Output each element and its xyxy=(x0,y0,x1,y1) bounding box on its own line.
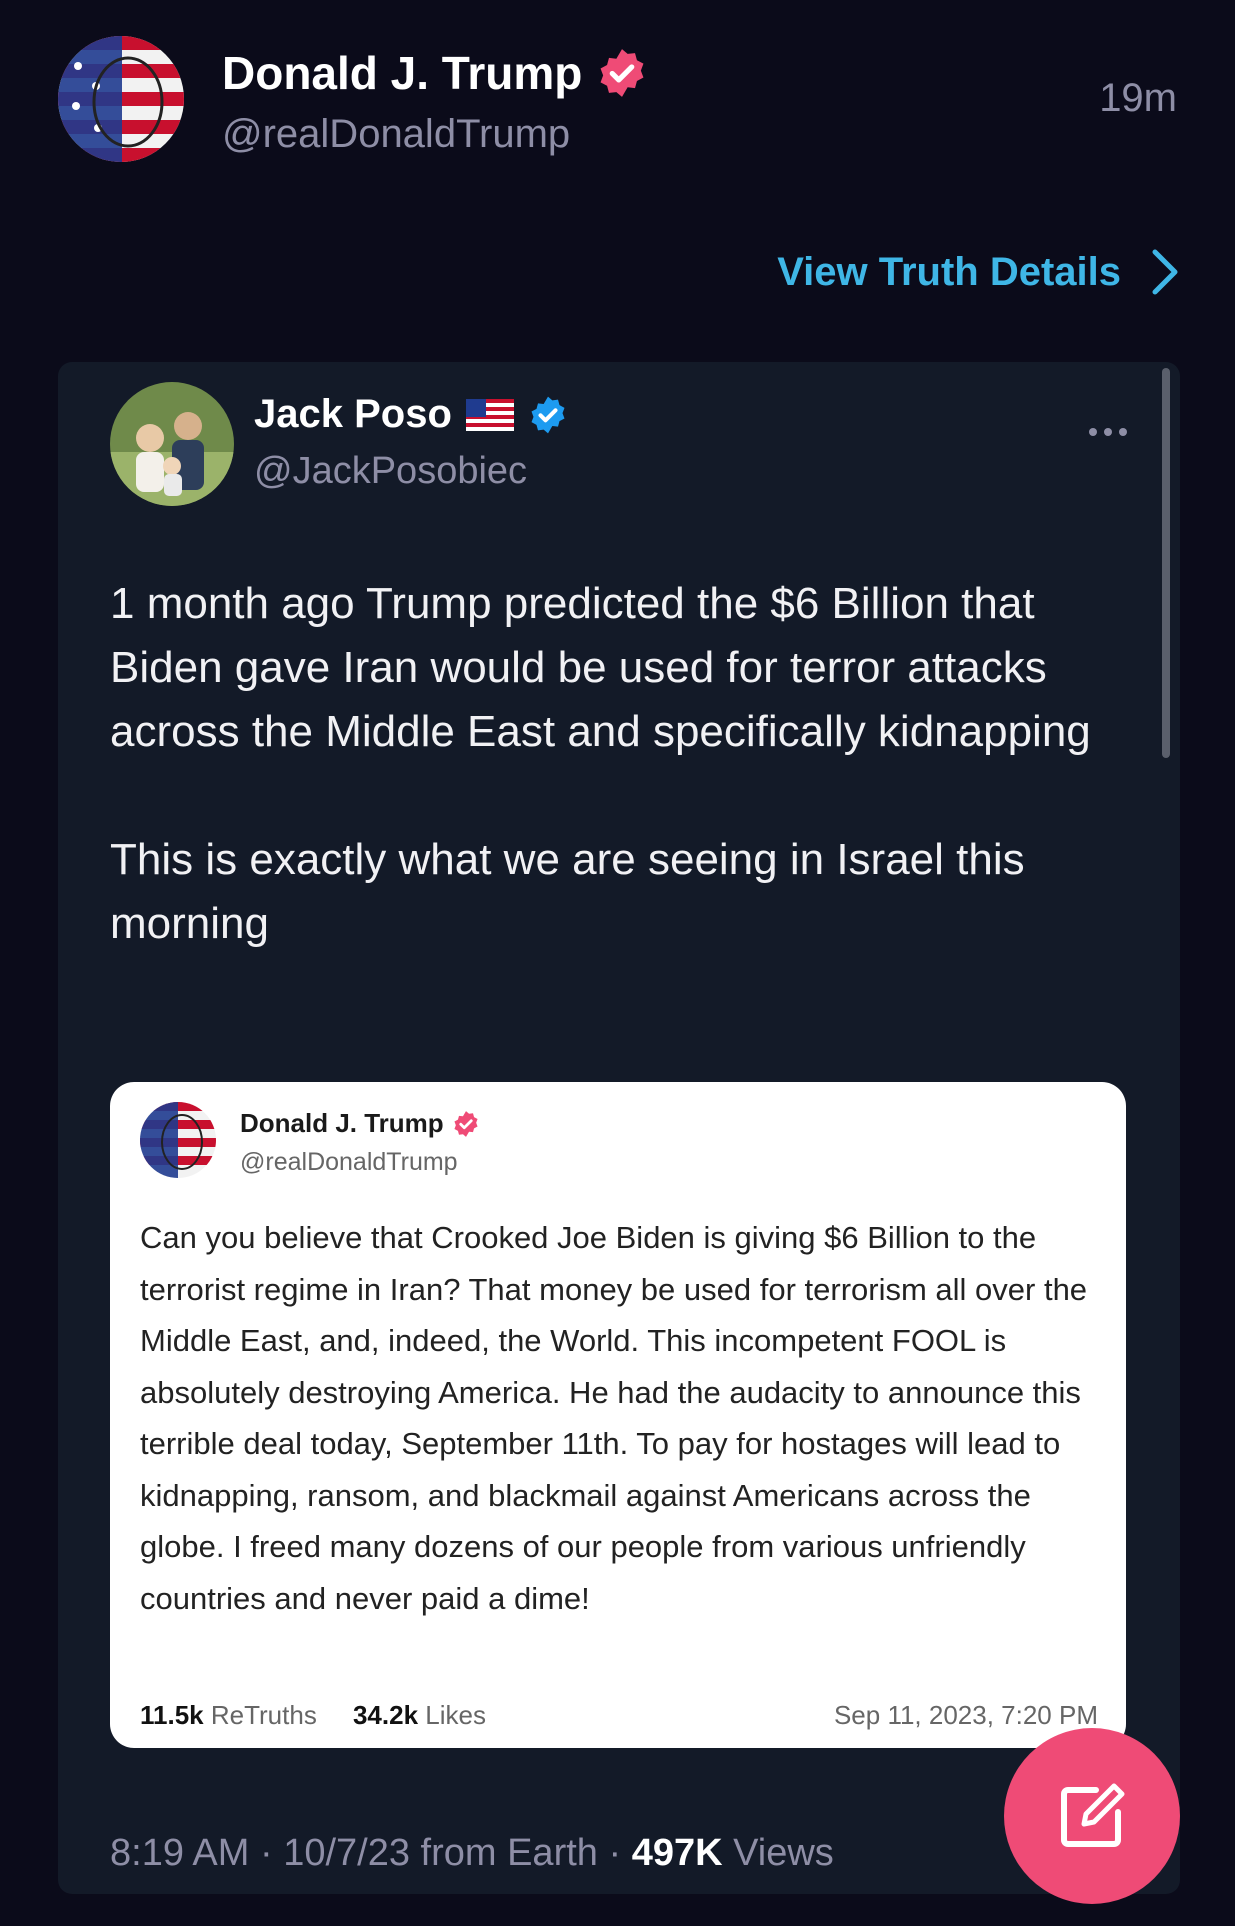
post-timestamp: 8:19 AM · 10/7/23 from Earth · xyxy=(110,1832,632,1874)
more-dots-icon[interactable] xyxy=(1088,412,1128,444)
quoted-post-paragraph: This is exactly what we are seeing in Is… xyxy=(110,835,1025,948)
truth-post-screen: Donald J. Trump @realDonaldTrump 19m Vie… xyxy=(0,0,1235,1926)
embedded-author-avatar xyxy=(140,1102,216,1178)
embedded-author-name-text: Donald J. Trump xyxy=(240,1108,444,1138)
embedded-author-handle: @realDonaldTrump xyxy=(240,1148,458,1176)
author-name[interactable]: Donald J. Trump xyxy=(222,46,648,100)
embedded-post-footer: 11.5k ReTruths 34.2k Likes Sep 11, 2023,… xyxy=(140,1700,1098,1731)
author-name-text: Donald J. Trump xyxy=(222,47,583,99)
scrollbar[interactable] xyxy=(1162,368,1170,758)
view-truth-details-label: View Truth Details xyxy=(777,249,1121,294)
quoted-post-card[interactable]: Jack Poso @JackPosobiec 1 month ago Trum… xyxy=(58,362,1180,1894)
quoted-post-meta: 8:19 AM · 10/7/23 from Earth · 497K View… xyxy=(110,1832,834,1875)
blue-verified-badge-icon xyxy=(531,396,565,433)
embedded-post-stats: 11.5k ReTruths 34.2k Likes xyxy=(140,1700,486,1731)
jack-name-text: Jack Poso xyxy=(254,392,452,436)
author-avatar[interactable] xyxy=(58,36,184,162)
retruths-count: 11.5k xyxy=(140,1700,204,1730)
embedded-post-text: Can you believe that Crooked Joe Biden i… xyxy=(140,1220,1088,1616)
pink-verified-badge-icon xyxy=(600,49,644,97)
author-handle[interactable]: @realDonaldTrump xyxy=(222,112,570,157)
likes-label: Likes xyxy=(425,1700,486,1730)
chevron-right-icon xyxy=(1152,249,1178,295)
compose-edit-icon xyxy=(1061,1783,1125,1847)
jack-name[interactable]: Jack Poso xyxy=(254,392,568,437)
quoted-post-body: 1 month ago Trump predicted the $6 Billi… xyxy=(110,572,1130,1020)
embedded-author-name: Donald J. Trump xyxy=(240,1108,480,1139)
views-label: Views xyxy=(722,1832,834,1874)
post-time: 19m xyxy=(1099,76,1177,120)
pink-verified-badge-icon xyxy=(454,1110,478,1137)
likes-count: 34.2k xyxy=(352,1700,419,1730)
us-flag-icon xyxy=(465,398,514,431)
jack-handle[interactable]: @JackPosobiec xyxy=(254,450,527,493)
views-count: 497K xyxy=(631,1832,723,1874)
view-truth-details-link[interactable]: View Truth Details xyxy=(777,248,1179,296)
quoted-post-paragraph: 1 month ago Trump predicted the $6 Billi… xyxy=(110,579,1091,756)
embedded-post-date: Sep 11, 2023, 7:20 PM xyxy=(833,1700,1098,1730)
embedded-post-image[interactable]: Donald J. Trump @realDonaldTrump Can you… xyxy=(110,1082,1126,1748)
retruths-label: ReTruths xyxy=(210,1700,317,1730)
compose-button[interactable] xyxy=(1004,1728,1180,1904)
jack-avatar[interactable] xyxy=(110,382,234,506)
